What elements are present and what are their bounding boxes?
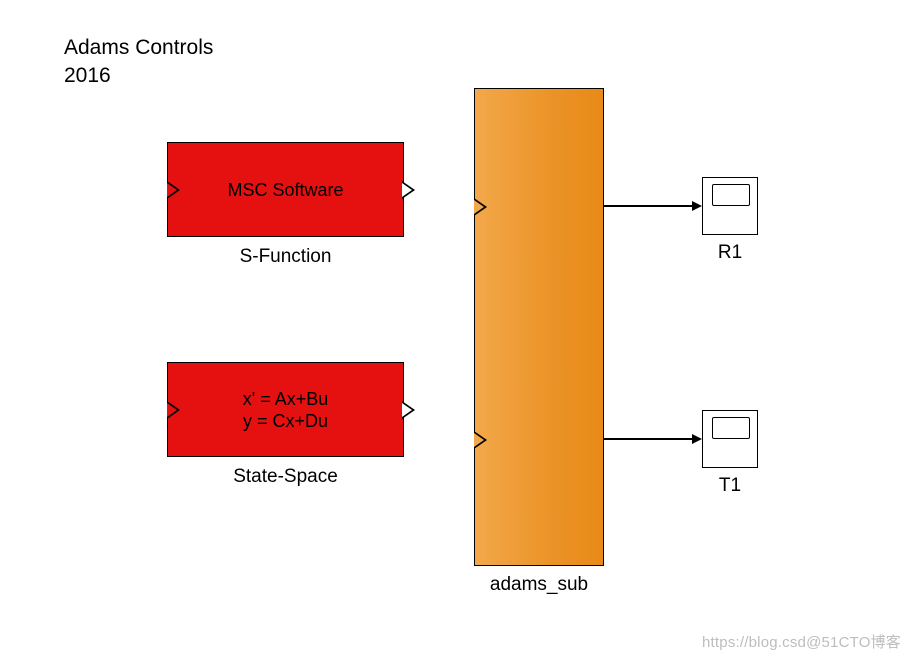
arrowhead-icon [692,201,702,211]
signal-wire [604,205,694,207]
input-port-fill-icon [167,403,177,417]
scope-r1[interactable] [702,177,758,235]
statespace-line1: x' = Ax+Bu [243,389,329,409]
watermark-text: https://blog.csd@51CTO博客 [702,631,901,652]
input-port-fill-icon [167,183,177,197]
output-port-fill-icon [402,403,412,417]
input-port-fill-icon [474,433,484,447]
arrowhead-icon [692,434,702,444]
sfunction-caption: S-Function [167,246,404,268]
diagram-title: Adams Controls 2016 [64,34,213,91]
signal-wire [604,438,694,440]
scope-r1-label: R1 [702,242,758,264]
adams-sub-caption: adams_sub [474,574,604,596]
title-line2: 2016 [64,64,111,87]
title-line1: Adams Controls [64,36,213,59]
scope-t1-label: T1 [702,475,758,497]
statespace-line2: y = Cx+Du [243,411,328,431]
adams-sub-block[interactable] [474,88,604,566]
scope-screen-icon [712,417,750,439]
sfunction-block[interactable]: MSC Software [167,142,404,237]
scope-screen-icon [712,184,750,206]
scope-t1[interactable] [702,410,758,468]
output-port-fill-icon [402,183,412,197]
sfunction-text: MSC Software [168,180,403,201]
statespace-block[interactable]: x' = Ax+Bu y = Cx+Du [167,362,404,457]
statespace-text: x' = Ax+Bu y = Cx+Du [168,389,403,433]
input-port-fill-icon [474,200,484,214]
statespace-caption: State-Space [167,466,404,488]
